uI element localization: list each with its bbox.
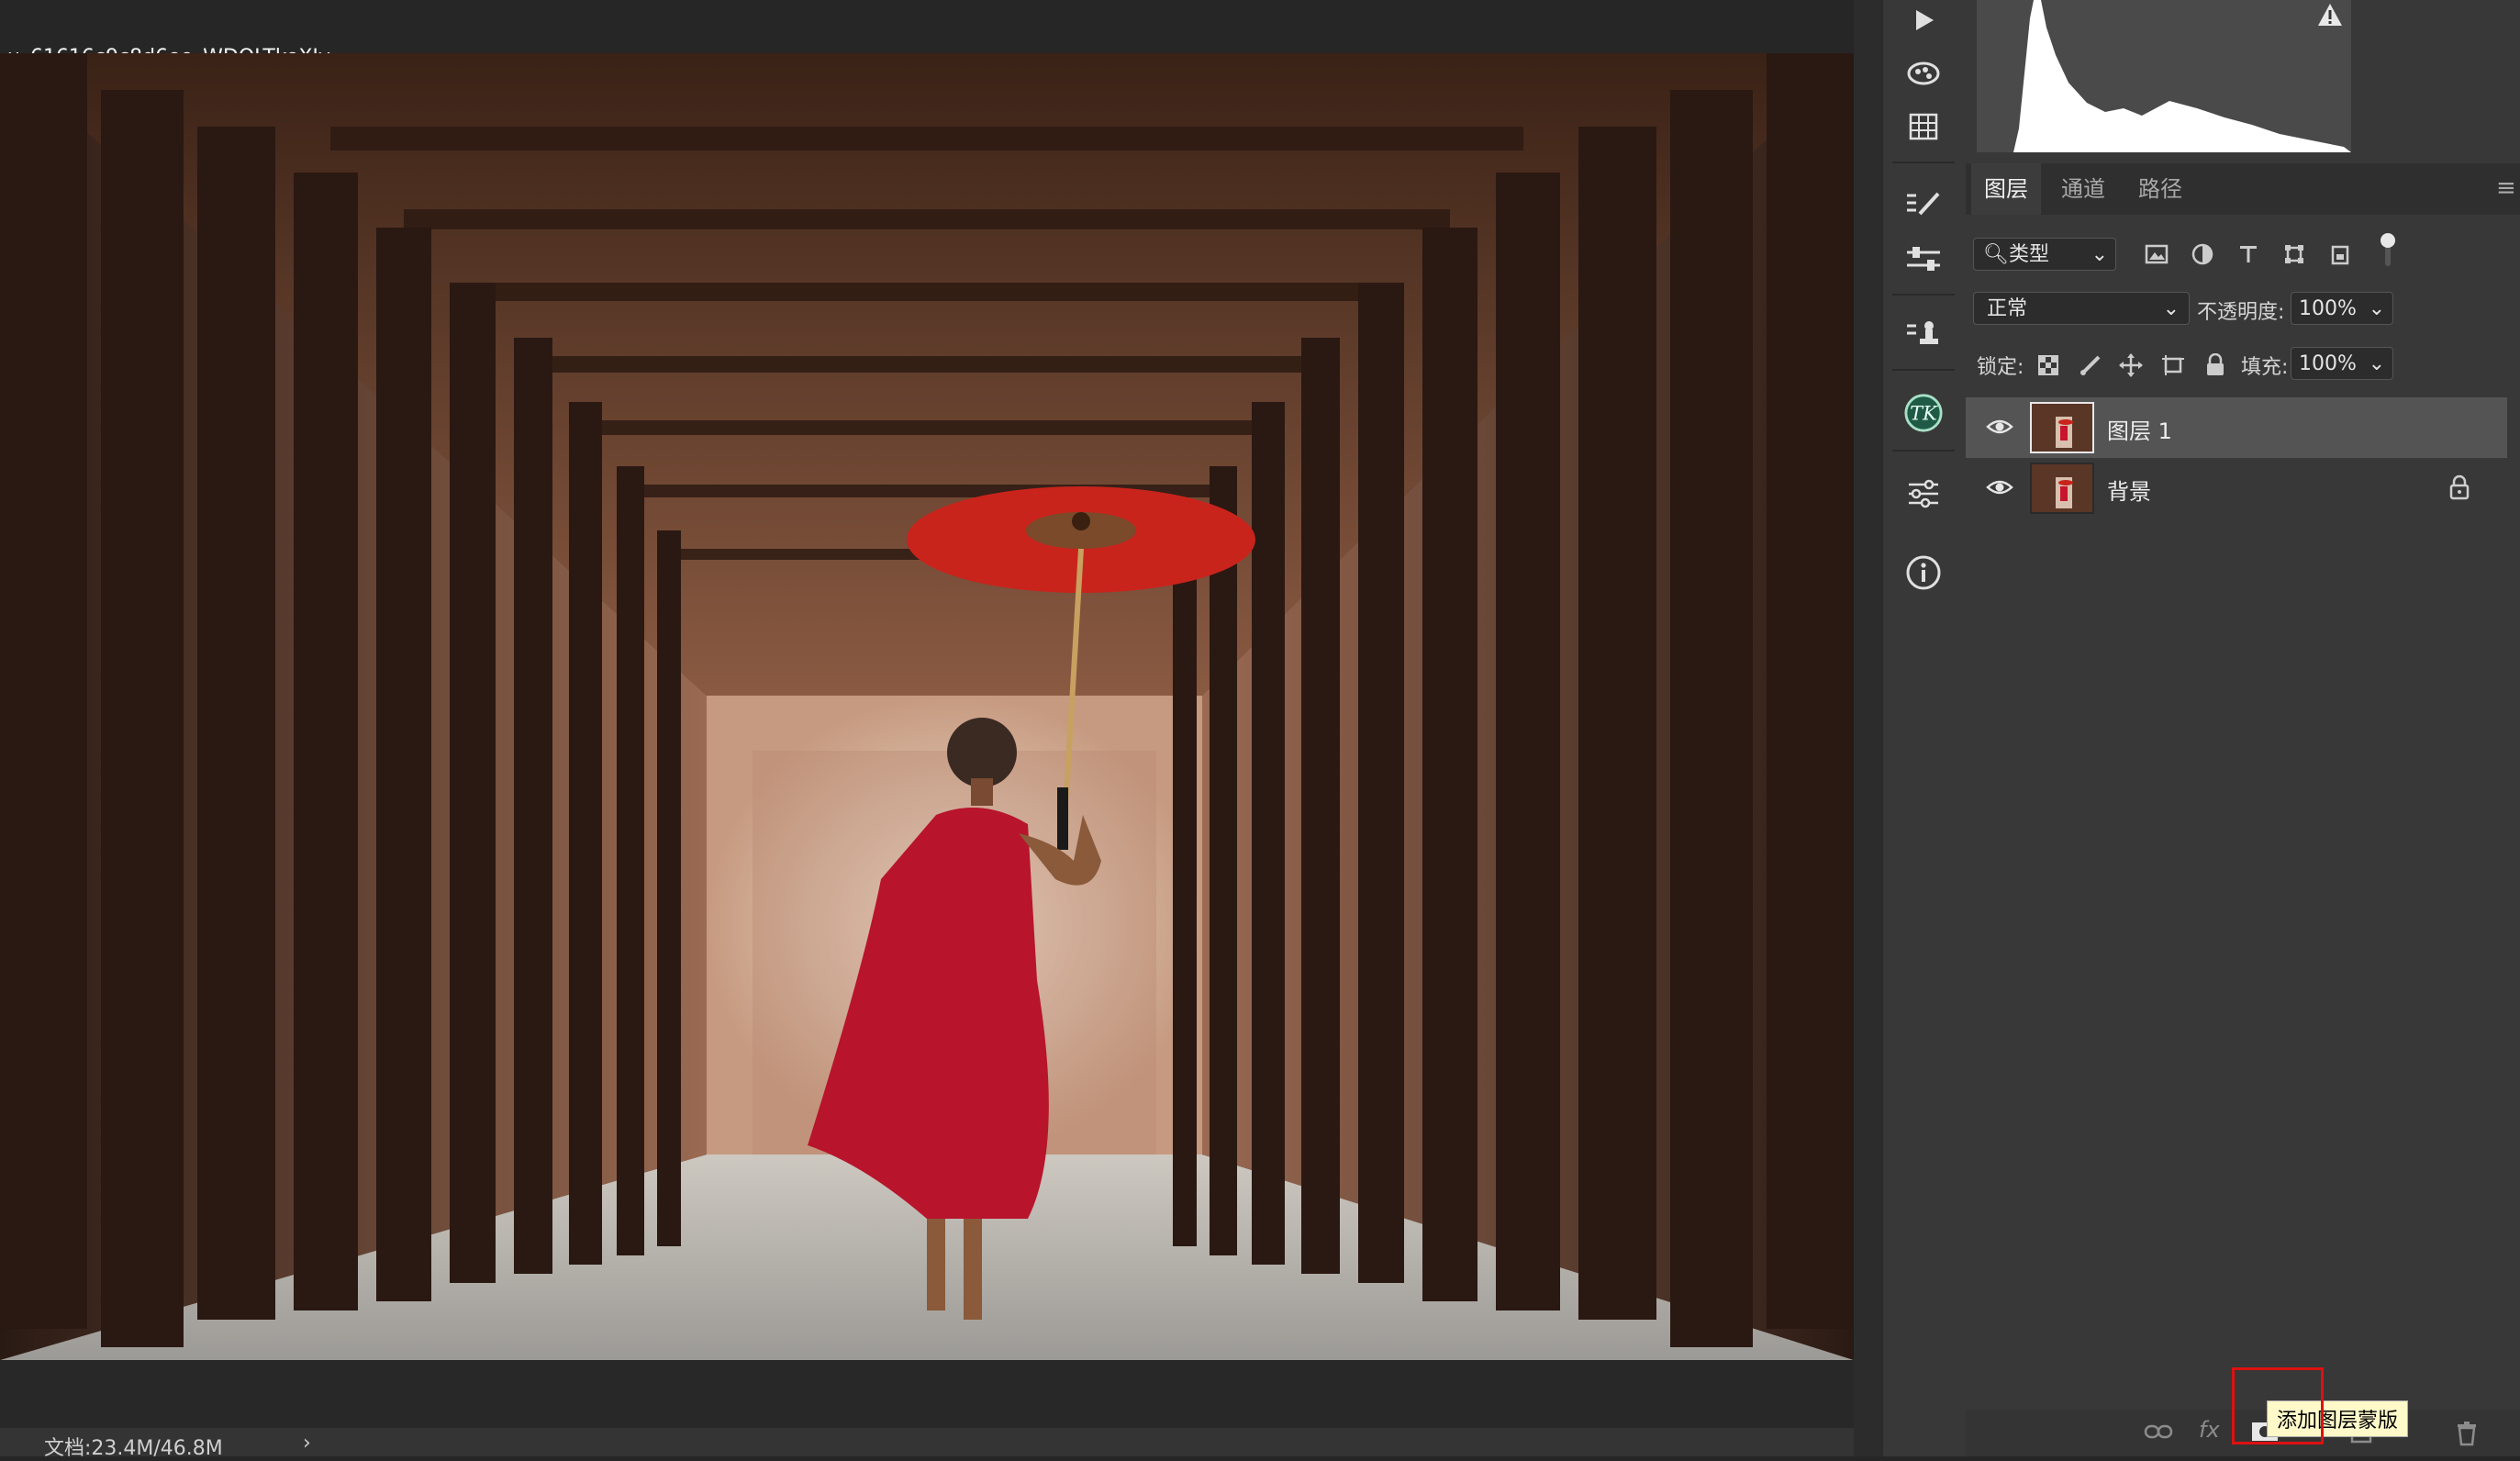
color-wheel-icon[interactable] [1903,53,1944,94]
fill-field[interactable]: 100% ⌄ [2291,347,2393,380]
tool-separator [1892,450,1955,452]
histogram-warning-icon[interactable] [2316,2,2344,31]
tab-channels[interactable]: 通道 [2048,163,2118,215]
filter-type-icon[interactable] [2232,238,2265,271]
properties-sliders-icon[interactable] [1903,474,1944,514]
panel-gutter [1854,0,1881,1456]
grid-icon[interactable] [1903,106,1944,147]
filter-kind-label: 类型 [2008,243,2049,266]
tool-separator [1892,294,1955,296]
filter-toggle-icon[interactable] [2371,233,2404,266]
lock-label: 锁定: [1977,356,2024,379]
eye-icon[interactable] [1986,416,2013,440]
tab-layers[interactable]: 图层 [1971,163,2041,215]
layers-panel [1966,0,2520,1456]
layer-row-layer-1[interactable]: 图层 1 [1966,397,2507,458]
lock-all-icon[interactable] [2199,349,2232,382]
clone-stamp-icon[interactable] [1903,314,1944,354]
chevron-down-icon[interactable]: ⌄ [2369,348,2385,381]
fx-icon[interactable]: fx [2199,1417,2220,1443]
layer-thumbnail[interactable] [2030,402,2094,453]
tk-plugin-icon[interactable]: TK [1903,393,1944,433]
lock-artboard-icon[interactable] [2157,349,2190,382]
histogram-graph [2013,0,2351,152]
link-layers-icon[interactable] [2144,1421,2173,1446]
info-icon[interactable] [1903,552,1944,593]
canvas-photo[interactable] [0,53,1854,1360]
search-icon: 🔍︎ [1983,243,2009,266]
brush-preset-icon[interactable] [1903,184,1944,224]
trash-icon[interactable] [2456,1421,2478,1452]
tab-paths[interactable]: 路径 [2125,163,2195,215]
status-bar [0,1428,1854,1456]
filter-pixel-icon[interactable] [2140,238,2173,271]
play-icon[interactable] [1903,0,1944,40]
filter-adjustment-icon[interactable] [2186,238,2219,271]
opacity-label: 不透明度: [2197,301,2285,324]
chevron-down-icon: ⌄ [2091,243,2108,266]
layer-name[interactable]: 背景 [2107,474,2151,506]
tool-separator [1892,162,1955,163]
eye-icon[interactable] [1986,476,2013,500]
panel-menu-icon[interactable]: ≡ [2496,174,2516,202]
photo-illustration [0,53,1854,1360]
filter-shape-icon[interactable] [2278,238,2311,271]
chevron-down-icon[interactable]: ⌄ [2369,293,2385,326]
lock-icon[interactable] [2448,474,2470,504]
opacity-value: 100% [2299,297,2357,320]
tk-label: TK [1910,402,1938,425]
layer-row-background[interactable]: 背景 [1966,458,2507,519]
layer-thumbnail[interactable] [2030,463,2094,514]
fill-label: 填充: [2241,356,2289,379]
document-size-status[interactable]: 文档:23.4M/46.8M [44,1432,223,1461]
layer-name[interactable]: 图层 1 [2107,413,2172,445]
lock-pixels-icon[interactable] [2074,349,2107,382]
layer-filter-select[interactable]: 🔍︎类型 ⌄ [1973,238,2116,271]
fill-value: 100% [2299,352,2357,375]
chevron-down-icon: ⌄ [2162,297,2180,320]
lock-transparent-icon[interactable] [2032,349,2065,382]
highlight-box [2232,1367,2324,1444]
opacity-field[interactable]: 100% ⌄ [2291,292,2393,325]
tool-separator [1892,369,1955,371]
histogram [1977,0,2351,152]
adjust-sliders-icon[interactable] [1903,239,1944,279]
status-menu-arrow[interactable]: › [303,1432,311,1455]
lock-position-icon[interactable] [2114,349,2147,382]
filter-smart-object-icon[interactable] [2324,238,2357,271]
blend-mode-select[interactable]: 正常 ⌄ [1973,292,2190,325]
blend-mode-value: 正常 [1987,297,2028,320]
